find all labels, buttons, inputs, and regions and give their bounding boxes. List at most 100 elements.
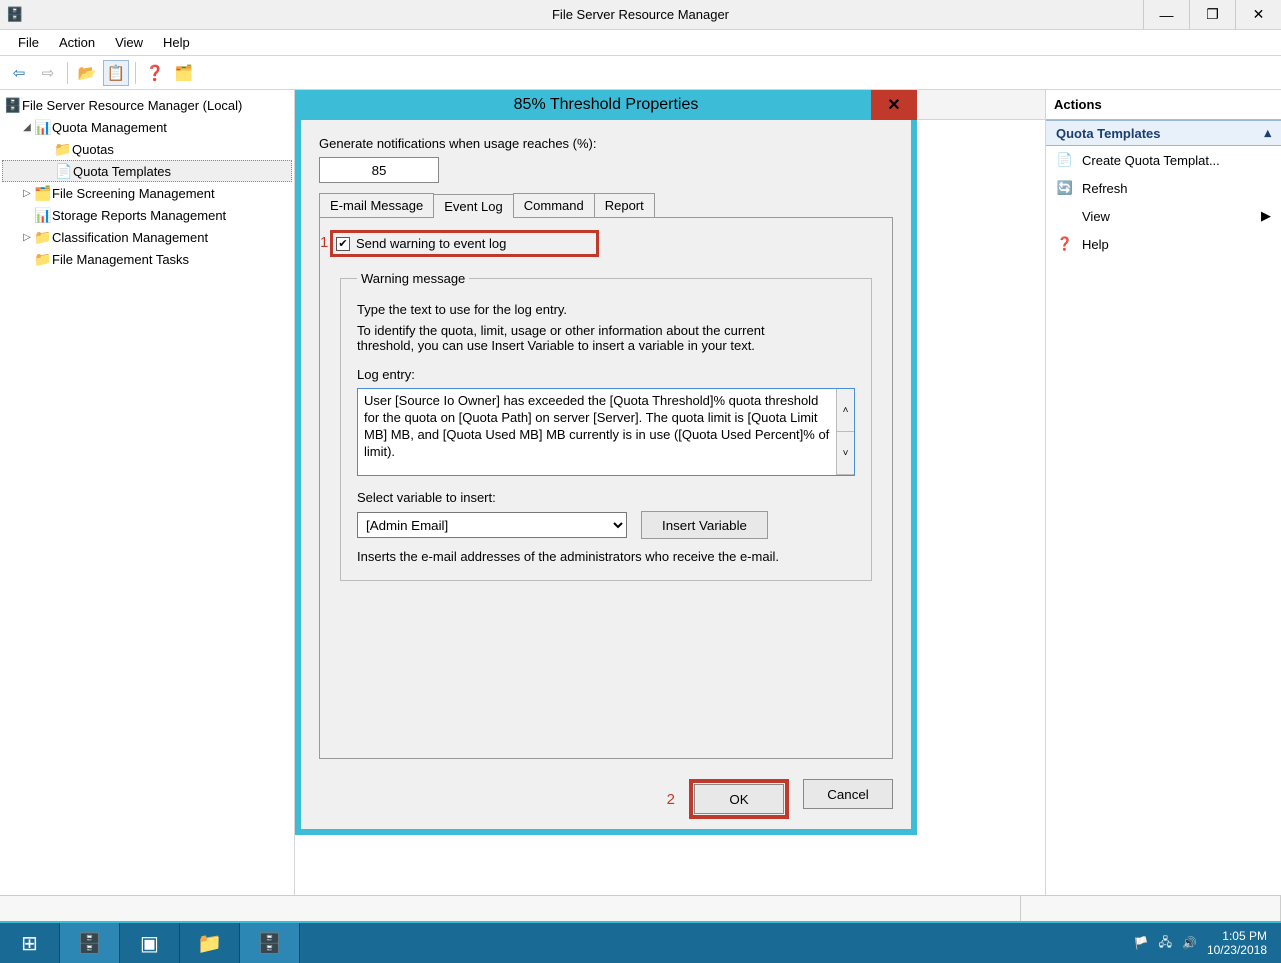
clock-date: 10/23/2018 <box>1207 943 1267 957</box>
menu-action[interactable]: Action <box>49 32 105 53</box>
toolbar-refresh-icon[interactable]: 📂 <box>74 60 100 86</box>
actions-group-label: Quota Templates <box>1056 126 1161 141</box>
report-icon: 📊 <box>34 207 52 224</box>
generate-label: Generate notifications when usage reache… <box>319 136 893 151</box>
folder-icon: 📊 <box>34 119 52 136</box>
template-icon: 📄 <box>55 163 73 180</box>
tab-report[interactable]: Report <box>594 193 655 217</box>
variable-select[interactable]: [Admin Email] <box>357 512 627 538</box>
tree-label: Storage Reports Management <box>52 208 226 223</box>
toolbar: ⇦ ⇨ 📂 📋 ❓ 🗂️ <box>0 56 1281 90</box>
threshold-percent-input[interactable] <box>319 157 439 183</box>
help-text-2: To identify the quota, limit, usage or o… <box>357 323 817 353</box>
dialog-titlebar[interactable]: 85% Threshold Properties ✕ <box>295 90 917 120</box>
tree-file-mgmt-tasks[interactable]: 📁 File Management Tasks <box>2 248 292 270</box>
menu-view[interactable]: View <box>105 32 153 53</box>
callout-1: 1 <box>320 234 328 251</box>
taskbar-powershell[interactable]: ▣ <box>120 923 180 963</box>
tree-classification[interactable]: ▷ 📁 Classification Management <box>2 226 292 248</box>
system-tray[interactable]: 🏳️ 🖧 🔊 1:05 PM 10/23/2018 <box>1120 929 1281 958</box>
action-view[interactable]: View ▶ <box>1046 202 1281 230</box>
window-title: File Server Resource Manager <box>552 7 729 22</box>
group-legend: Warning message <box>357 271 469 286</box>
action-label: View <box>1082 209 1110 224</box>
send-warning-label: Send warning to event log <box>356 236 506 251</box>
send-warning-checkbox[interactable]: ✔ <box>336 237 350 251</box>
toolbar-list-icon[interactable]: 📋 <box>103 60 129 86</box>
threshold-dialog: 85% Threshold Properties ✕ Generate noti… <box>295 90 917 835</box>
tree-label: Quota Templates <box>73 164 171 179</box>
menu-help[interactable]: Help <box>153 32 200 53</box>
tab-row: E-mail Message Event Log Command Report <box>319 193 893 217</box>
start-button[interactable]: ⊞ <box>0 923 60 963</box>
tree-root-label: File Server Resource Manager (Local) <box>22 98 242 113</box>
back-button[interactable]: ⇦ <box>6 60 32 86</box>
scroll-down-icon[interactable]: ˅ <box>837 432 854 475</box>
callout-2: 2 <box>667 791 675 808</box>
content-area: 🗄️ File Server Resource Manager (Local) … <box>0 90 1281 895</box>
action-help[interactable]: ❓ Help <box>1046 230 1281 258</box>
close-button[interactable]: ✕ <box>1235 0 1281 29</box>
tree-root[interactable]: 🗄️ File Server Resource Manager (Local) <box>2 94 292 116</box>
dialog-close-button[interactable]: ✕ <box>871 90 917 120</box>
taskbar-clock[interactable]: 1:05 PM 10/23/2018 <box>1207 929 1267 958</box>
status-bar <box>0 895 1281 921</box>
toolbar-props-icon[interactable]: 🗂️ <box>171 60 197 86</box>
tree-quota-templates[interactable]: 📄 Quota Templates <box>2 160 292 182</box>
cancel-button[interactable]: Cancel <box>803 779 893 809</box>
log-entry-field: User [Source Io Owner] has exceeded the … <box>357 388 855 476</box>
action-refresh[interactable]: 🔄 Refresh <box>1046 174 1281 202</box>
tree-file-screening[interactable]: ▷ 🗂️ File Screening Management <box>2 182 292 204</box>
app-icon: 🗄️ <box>6 6 23 23</box>
insert-variable-button[interactable]: Insert Variable <box>641 511 768 539</box>
action-create-template[interactable]: 📄 Create Quota Templat... <box>1046 146 1281 174</box>
tree-pane: 🗄️ File Server Resource Manager (Local) … <box>0 90 295 895</box>
actions-group-header[interactable]: Quota Templates ▴ <box>1046 120 1281 146</box>
help-text-1: Type the text to use for the log entry. <box>357 302 855 317</box>
refresh-icon: 🔄 <box>1056 180 1074 196</box>
taskbar-fsrm[interactable]: 🗄️ <box>240 923 300 963</box>
collapse-icon[interactable]: ◢ <box>20 122 34 133</box>
titlebar: 🗄️ File Server Resource Manager — ❐ ✕ <box>0 0 1281 30</box>
log-entry-textarea[interactable]: User [Source Io Owner] has exceeded the … <box>358 389 836 475</box>
blank-icon <box>1056 209 1074 224</box>
tree-label: Classification Management <box>52 230 208 245</box>
forward-button[interactable]: ⇨ <box>35 60 61 86</box>
folder-icon: 📁 <box>34 251 52 268</box>
select-var-label: Select variable to insert: <box>357 490 855 505</box>
toolbar-help-icon[interactable]: ❓ <box>142 60 168 86</box>
folder-icon: 📁 <box>54 141 72 158</box>
tab-event-log[interactable]: Event Log <box>433 194 514 218</box>
taskbar-server-manager[interactable]: 🗄️ <box>60 923 120 963</box>
menu-file[interactable]: File <box>8 32 49 53</box>
ok-button[interactable]: OK <box>694 784 784 814</box>
expand-icon[interactable]: ▷ <box>20 232 34 243</box>
taskbar-explorer[interactable]: 📁 <box>180 923 240 963</box>
scroll-up-icon[interactable]: ˄ <box>837 389 854 432</box>
tree-quotas[interactable]: 📁 Quotas <box>2 138 292 160</box>
status-cell <box>1021 896 1281 921</box>
tray-flag-icon[interactable]: 🏳️ <box>1134 936 1149 950</box>
actions-header: Actions <box>1046 90 1281 120</box>
center-pane: n 85% Threshold Properties ✕ Generate no… <box>295 90 1046 895</box>
tab-command[interactable]: Command <box>513 193 595 217</box>
template-icon: 📄 <box>1056 152 1074 168</box>
minimize-button[interactable]: — <box>1143 0 1189 29</box>
log-entry-label: Log entry: <box>357 367 855 382</box>
expand-icon[interactable]: ▷ <box>20 188 34 199</box>
tray-network-icon[interactable]: 🖧 <box>1159 933 1172 954</box>
tree-label: File Management Tasks <box>52 252 189 267</box>
app-window: 🗄️ File Server Resource Manager — ❐ ✕ Fi… <box>0 0 1281 963</box>
clock-time: 1:05 PM <box>1207 929 1267 943</box>
collapse-icon[interactable]: ▴ <box>1264 125 1271 141</box>
maximize-button[interactable]: ❐ <box>1189 0 1235 29</box>
server-icon: 🗄️ <box>4 97 22 114</box>
tree-storage-reports[interactable]: 📊 Storage Reports Management <box>2 204 292 226</box>
tab-email[interactable]: E-mail Message <box>319 193 434 217</box>
action-label: Refresh <box>1082 181 1128 196</box>
tray-sound-icon[interactable]: 🔊 <box>1182 936 1197 950</box>
status-cell <box>0 896 1021 921</box>
tree-quota-management[interactable]: ◢ 📊 Quota Management <box>2 116 292 138</box>
taskbar: ⊞ 🗄️ ▣ 📁 🗄️ 🏳️ 🖧 🔊 1:05 PM 10/23/2018 <box>0 921 1281 963</box>
help-icon: ❓ <box>1056 236 1074 252</box>
